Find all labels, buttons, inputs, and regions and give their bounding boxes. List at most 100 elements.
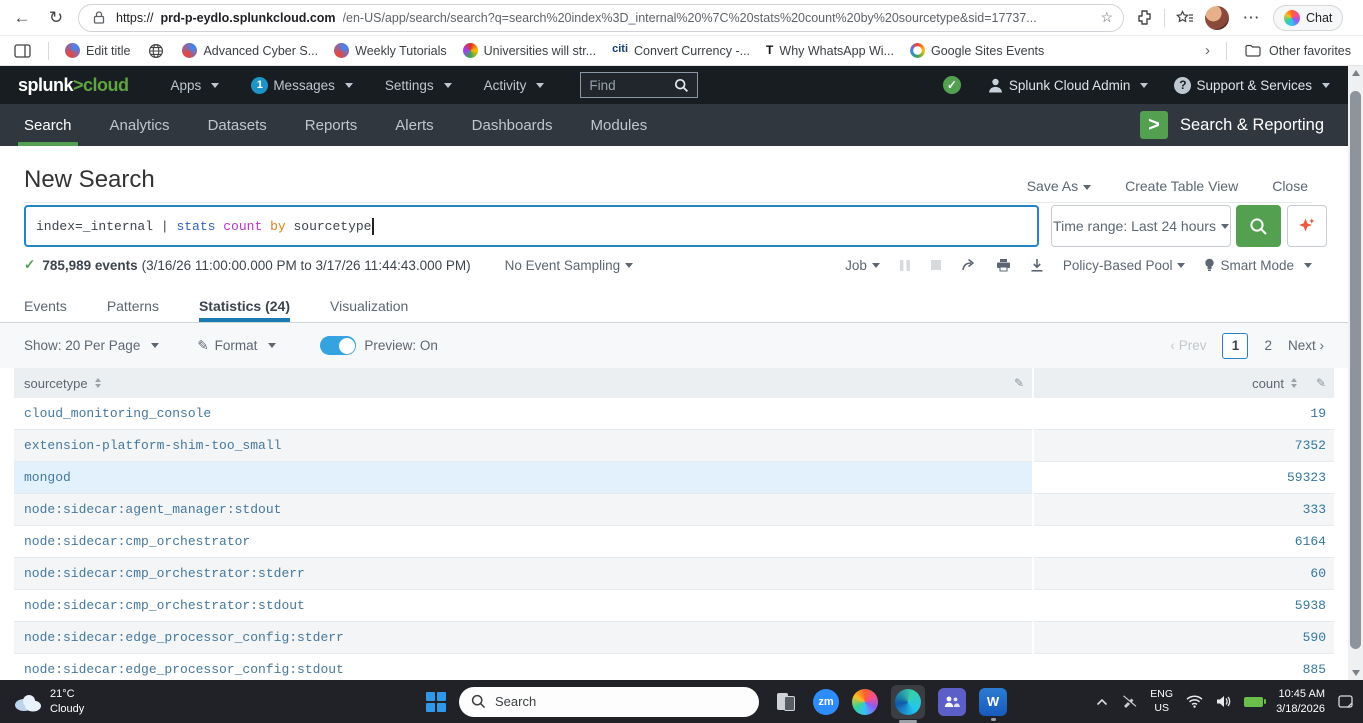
share-job-icon[interactable] xyxy=(961,258,977,272)
taskbar-search[interactable]: Search xyxy=(459,687,759,717)
format-menu[interactable]: ✎ Format xyxy=(197,338,276,354)
weather-widget[interactable]: 21°C Cloudy xyxy=(0,687,84,717)
bookmark-convert-currency[interactable]: citi Convert Currency -... xyxy=(612,43,750,58)
start-button[interactable] xyxy=(426,692,446,712)
preview-toggle[interactable] xyxy=(320,336,356,355)
word-app-icon[interactable]: W xyxy=(979,688,1007,716)
wifi-icon[interactable] xyxy=(1186,695,1203,708)
stop-job-icon[interactable] xyxy=(930,259,942,271)
find-search-icon[interactable] xyxy=(674,78,689,93)
time-range-picker[interactable]: Time range: Last 24 hours xyxy=(1051,205,1231,247)
nav-tab-reports[interactable]: Reports xyxy=(305,104,358,146)
search-mode-menu[interactable]: Smart Mode xyxy=(1204,258,1312,273)
favorites-bar-icon[interactable] xyxy=(1175,8,1195,28)
bookmarks-overflow-icon[interactable]: › xyxy=(1205,42,1210,59)
nav-tab-modules[interactable]: Modules xyxy=(591,104,648,146)
account-menu[interactable]: Splunk Cloud Admin xyxy=(987,77,1149,93)
favorite-star-icon[interactable]: ☆ xyxy=(1100,9,1113,26)
browser-profile-avatar[interactable] xyxy=(1205,6,1229,30)
support-menu[interactable]: ? Support & Services xyxy=(1174,77,1330,94)
back-button[interactable]: ← xyxy=(10,8,34,28)
print-icon[interactable] xyxy=(996,258,1011,272)
apps-menu[interactable]: Apps xyxy=(171,78,220,93)
create-table-view-button[interactable]: Create Table View xyxy=(1125,178,1238,194)
tab-visualization[interactable]: Visualization xyxy=(330,290,408,322)
extensions-icon[interactable] xyxy=(1134,8,1154,28)
save-as-button[interactable]: Save As xyxy=(1027,178,1091,194)
ai-assistant-button[interactable] xyxy=(1287,205,1327,247)
run-search-button[interactable] xyxy=(1236,205,1281,247)
nav-tab-analytics[interactable]: Analytics xyxy=(110,104,170,146)
hidden-icons-chevron[interactable] xyxy=(1096,698,1108,706)
copilot-chat-button[interactable]: Chat xyxy=(1273,5,1343,31)
close-button[interactable]: Close xyxy=(1272,178,1308,194)
battery-icon[interactable] xyxy=(1244,697,1263,707)
next-page-button[interactable]: Next › xyxy=(1288,338,1324,353)
google-favicon xyxy=(910,43,925,58)
scroll-down-arrow[interactable] xyxy=(1348,666,1363,680)
sort-icon[interactable] xyxy=(95,378,101,388)
bookmark-favicon xyxy=(334,43,349,58)
find-input[interactable]: Find xyxy=(580,72,698,98)
task-view-icon[interactable] xyxy=(772,688,800,716)
bookmark-edit-title[interactable]: Edit title xyxy=(65,43,130,58)
teams-app-icon[interactable] xyxy=(938,688,966,716)
language-indicator[interactable]: ENG US xyxy=(1150,688,1173,715)
volume-icon[interactable] xyxy=(1216,695,1231,708)
nav-tab-dashboards[interactable]: Dashboards xyxy=(472,104,553,146)
app-switcher[interactable]: > Search & Reporting xyxy=(1140,111,1324,139)
health-status-icon[interactable]: ✓ xyxy=(943,76,961,94)
column-header-count[interactable]: count ✎ xyxy=(1034,368,1334,398)
settings-menu[interactable]: Settings xyxy=(385,78,452,93)
tab-statistics[interactable]: Statistics (24) xyxy=(199,290,290,322)
column-edit-icon[interactable]: ✎ xyxy=(1014,376,1024,390)
pen-input-icon[interactable] xyxy=(1121,695,1137,709)
notification-center-icon[interactable] xyxy=(1338,694,1353,709)
column-edit-icon[interactable]: ✎ xyxy=(1316,376,1326,390)
bookmark-favicon xyxy=(182,43,197,58)
sort-icon[interactable] xyxy=(1291,378,1297,388)
help-icon: ? xyxy=(1174,77,1191,94)
bookmark-whatsapp[interactable]: T Why WhatsApp Wi... xyxy=(766,43,894,58)
search-query-input[interactable]: index=_internal | stats count by sourcet… xyxy=(24,205,1039,247)
event-sampling-menu[interactable]: No Event Sampling xyxy=(505,258,634,273)
bookmark-weekly-tutorials[interactable]: Weekly Tutorials xyxy=(334,43,446,58)
splunk-cloud-logo[interactable]: splunk>cloud xyxy=(18,75,129,96)
policy-based-pool-menu[interactable]: Policy-Based Pool xyxy=(1063,258,1186,273)
bookmark-universities[interactable]: Universities will str... xyxy=(463,43,597,58)
bookmark-advanced-cyber[interactable]: Advanced Cyber S... xyxy=(182,43,318,58)
copilot-app-icon[interactable] xyxy=(852,689,878,715)
bookmark-google-sites[interactable]: Google Sites Events xyxy=(910,43,1044,58)
per-page-menu[interactable]: Show: 20 Per Page xyxy=(24,338,159,353)
refresh-button[interactable]: ↻ xyxy=(44,8,68,28)
export-download-icon[interactable] xyxy=(1030,258,1044,272)
bookmark-globe[interactable] xyxy=(146,41,166,61)
table-row: node:sidecar:edge_processor_config:stdou… xyxy=(14,654,1334,680)
zoom-app-icon[interactable]: zm xyxy=(813,689,839,715)
app-nav-bar: Search Analytics Datasets Reports Alerts… xyxy=(0,104,1348,146)
page-scrollbar[interactable] xyxy=(1348,66,1363,680)
browser-menu-icon[interactable]: ⋯ xyxy=(1239,8,1263,28)
bookmarks-divider xyxy=(48,42,49,60)
address-bar[interactable]: https://prd-p-eydlo.splunkcloud.com/en-U… xyxy=(78,4,1124,32)
bookmark-favicon xyxy=(463,43,478,58)
messages-menu[interactable]: 1 Messages xyxy=(251,77,353,94)
nav-tab-alerts[interactable]: Alerts xyxy=(395,104,433,146)
edge-app-icon[interactable] xyxy=(891,685,925,719)
clock-widget[interactable]: 10:45 AM 3/18/2026 xyxy=(1276,687,1325,717)
page-1-button[interactable]: 1 xyxy=(1222,333,1248,359)
job-menu[interactable]: Job xyxy=(845,258,880,273)
nav-tab-datasets[interactable]: Datasets xyxy=(208,104,267,146)
column-header-sourcetype[interactable]: sourcetype ✎ xyxy=(14,368,1032,398)
tab-patterns[interactable]: Patterns xyxy=(107,290,159,322)
nav-tab-search[interactable]: Search xyxy=(24,104,72,146)
activity-menu[interactable]: Activity xyxy=(484,78,545,93)
other-favorites-button[interactable]: Other favorites xyxy=(1243,41,1351,61)
scrollbar-thumb[interactable] xyxy=(1350,91,1361,649)
table-row: node:sidecar:agent_manager:stdout 333 xyxy=(14,494,1334,526)
tab-events[interactable]: Events xyxy=(24,290,67,322)
scroll-up-arrow[interactable] xyxy=(1348,66,1363,80)
page-2-button[interactable]: 2 xyxy=(1264,338,1272,353)
collections-icon[interactable] xyxy=(12,41,32,61)
pause-job-icon[interactable] xyxy=(899,259,911,272)
